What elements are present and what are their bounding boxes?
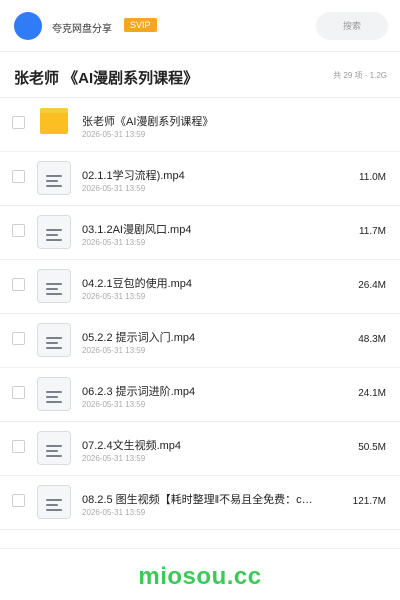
file-date: 2026-05-31 13:59 [82,292,146,301]
file-date: 2026-05-31 13:59 [82,400,146,409]
file-date: 2026-05-31 13:59 [82,130,146,139]
select-checkbox[interactable] [12,494,25,507]
list-item[interactable]: 06.2.3 提示词进阶.mp4 2026-05-31 13:59 24.1M [0,368,400,422]
file-size: 50.5M [358,442,386,453]
document-icon [37,161,71,195]
document-icon [37,377,71,411]
file-name: 03.1.2AI漫剧风口.mp4 [82,224,192,236]
list-item[interactable]: 张老师《AI漫剧系列课程》 2026-05-31 13:59 [0,98,400,152]
select-checkbox[interactable] [12,386,25,399]
file-size: 24.1M [358,388,386,399]
file-size: 121.7M [352,496,386,507]
search-input[interactable] [316,12,388,40]
footer: miosou.cc [0,548,400,600]
document-icon [37,431,71,465]
list-item[interactable]: 08.2.5 图生视频【耗时整理‖不易且全免费：c… 2026-05-31 13… [0,476,400,530]
document-icon [37,269,71,303]
list-item[interactable]: 04.2.1豆包的使用.mp4 2026-05-31 13:59 26.4M [0,260,400,314]
folder-summary: 共 29 项 · 1.2G [333,71,387,80]
list-item[interactable]: 02.1.1学习流程).mp4 2026-05-31 13:59 11.0M [0,152,400,206]
select-checkbox[interactable] [12,224,25,237]
file-date: 2026-05-31 13:59 [82,346,146,355]
page-title: 张老师 《AI漫剧系列课程》 [14,70,199,87]
file-name: 05.2.2 提示词入门.mp4 [82,332,196,344]
select-checkbox[interactable] [12,116,25,129]
list-item[interactable]: 07.2.4文生视频.mp4 2026-05-31 13:59 50.5M [0,422,400,476]
document-icon [37,215,71,249]
select-checkbox[interactable] [12,278,25,291]
list-item[interactable]: 05.2.2 提示词入门.mp4 2026-05-31 13:59 48.3M [0,314,400,368]
select-checkbox[interactable] [12,170,25,183]
file-name: 04.2.1豆包的使用.mp4 [82,278,193,290]
file-list: 张老师《AI漫剧系列课程》 2026-05-31 13:59 02.1.1学习流… [0,98,400,530]
svip-badge: SVIP [124,18,157,32]
file-size: 48.3M [358,334,386,345]
file-date: 2026-05-31 13:59 [82,508,146,517]
file-size: 11.7M [358,226,386,237]
file-size: 26.4M [358,280,386,291]
avatar[interactable] [14,12,42,40]
file-date: 2026-05-31 13:59 [82,238,146,247]
select-checkbox[interactable] [12,332,25,345]
file-name: 张老师《AI漫剧系列课程》 [82,116,214,128]
file-name: 08.2.5 图生视频【耗时整理‖不易且全免费：c… [82,494,313,506]
folder-header: 张老师 《AI漫剧系列课程》 共 29 项 · 1.2G [0,52,400,98]
file-date: 2026-05-31 13:59 [82,184,146,193]
list-item[interactable]: 03.1.2AI漫剧风口.mp4 2026-05-31 13:59 11.7M [0,206,400,260]
watermark: miosou.cc [138,563,262,590]
select-checkbox[interactable] [12,440,25,453]
folder-icon [40,108,68,134]
file-name: 07.2.4文生视频.mp4 [82,440,182,452]
file-date: 2026-05-31 13:59 [82,454,146,463]
app-name: 夸克网盘分享 [52,24,112,35]
top-bar: 夸克网盘分享 SVIP [0,0,400,52]
file-size: 11.0M [358,172,386,183]
document-icon [37,485,71,519]
file-name: 02.1.1学习流程).mp4 [82,170,185,182]
file-name: 06.2.3 提示词进阶.mp4 [82,386,196,398]
document-icon [37,323,71,357]
